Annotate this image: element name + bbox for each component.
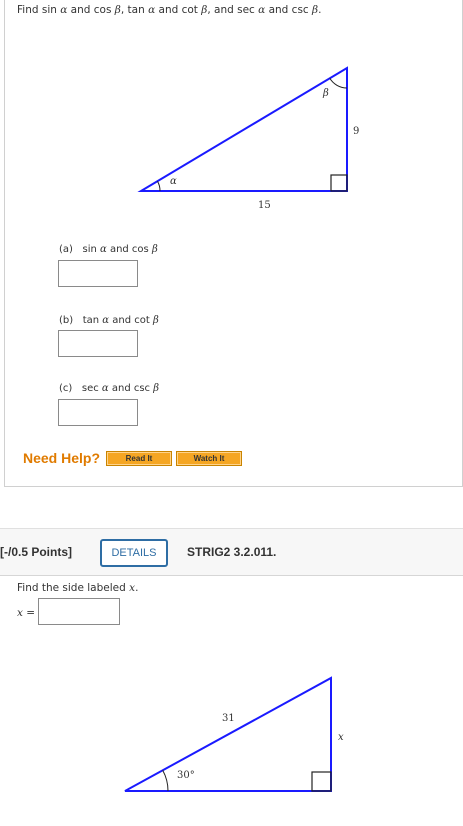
triangle-1-outline	[137, 66, 348, 192]
x-answer-label: x =	[17, 607, 36, 619]
alpha-arc	[157, 181, 161, 192]
part-b-answer-input[interactable]	[58, 330, 138, 357]
need-help-label: Need Help?	[23, 450, 101, 466]
part-a-label: (a) sin α and cos β	[59, 244, 158, 255]
side-9-label: 9	[353, 126, 359, 137]
triangle-2-outline	[124, 676, 332, 792]
right-angle-marker-1	[330, 174, 348, 192]
read-it-button[interactable]: Read It	[106, 451, 172, 466]
beta-arc	[329, 78, 348, 89]
right-angle-marker-2	[311, 771, 332, 792]
side-x-label: x	[338, 732, 344, 743]
details-button[interactable]: DETAILS	[100, 539, 168, 567]
beta-label: β	[322, 88, 329, 99]
x-answer-input[interactable]	[38, 598, 120, 625]
question-2-prompt: Find the side labeled x.	[17, 582, 139, 594]
part-b-label: (b) tan α and cot β	[59, 315, 159, 326]
part-a-answer-input[interactable]	[58, 260, 138, 287]
problem-code: STRIG2 3.2.011.	[187, 545, 277, 559]
alpha-label: α	[170, 176, 177, 187]
triangle-figure-1: α β 15 9	[137, 66, 359, 211]
angle-30-label: 30°	[177, 770, 195, 781]
points-label: [-/0.5 Points]	[0, 545, 73, 559]
part-c-answer-input[interactable]	[58, 399, 138, 426]
part-c-label: (c) sec α and csc β	[59, 383, 160, 394]
triangle-figure-2: 30° 31 x	[124, 676, 344, 792]
hypotenuse-31-label: 31	[222, 713, 235, 724]
angle-30-arc	[162, 770, 169, 792]
watch-it-button[interactable]: Watch It	[176, 451, 242, 466]
side-15-label: 15	[258, 200, 271, 211]
